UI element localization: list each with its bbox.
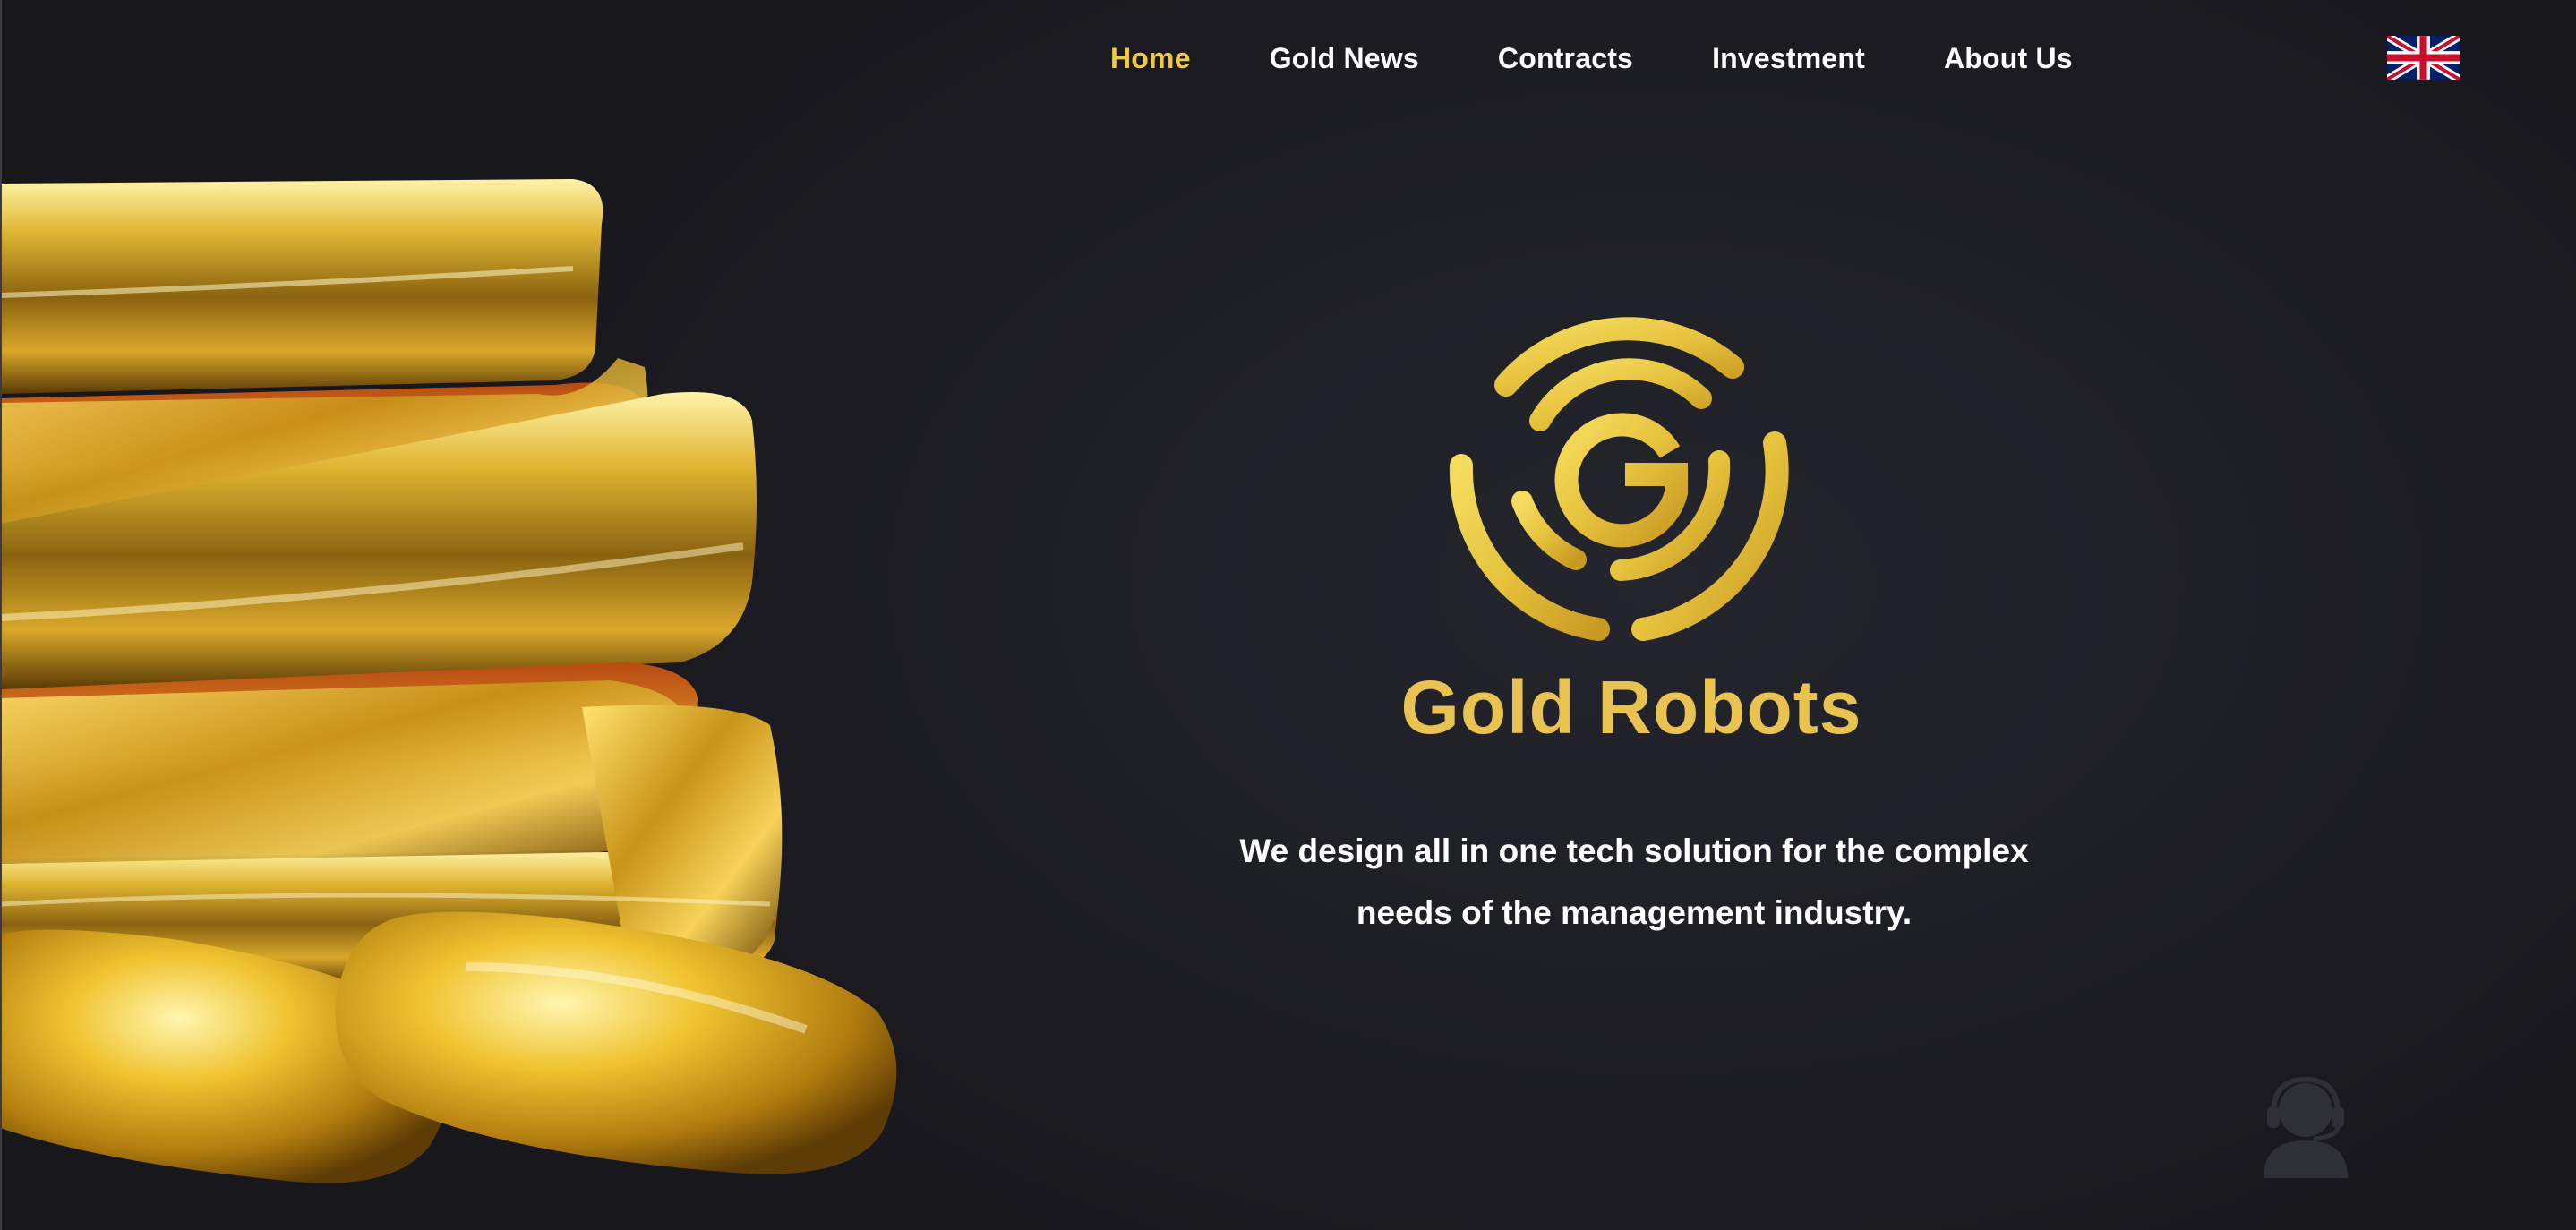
hero-tagline: We design all in one tech solution for t… <box>1182 820 2086 944</box>
nav-item-gold-news[interactable]: Gold News <box>1270 42 1419 75</box>
brand-name: Gold Robots <box>1400 665 1862 749</box>
gold-bars-image <box>0 179 897 1183</box>
gold-robots-logo-icon <box>1449 317 1789 641</box>
nav-item-contracts[interactable]: Contracts <box>1498 42 1633 75</box>
nav-item-home[interactable]: Home <box>1110 42 1191 75</box>
nav-item-investment[interactable]: Investment <box>1712 42 1865 75</box>
main-nav: Home Gold News Contracts Investment Abou… <box>1110 36 2073 81</box>
customer-support-icon[interactable] <box>2258 1074 2353 1178</box>
uk-flag-icon[interactable] <box>2387 36 2460 80</box>
window-edge <box>0 0 2 1230</box>
tagline-line-2: needs of the management industry. <box>1356 894 1913 931</box>
landing-page: Home Gold News Contracts Investment Abou… <box>0 0 2576 1230</box>
tagline-line-1: We design all in one tech solution for t… <box>1239 833 2029 869</box>
nav-item-about-us[interactable]: About Us <box>1944 42 2073 75</box>
